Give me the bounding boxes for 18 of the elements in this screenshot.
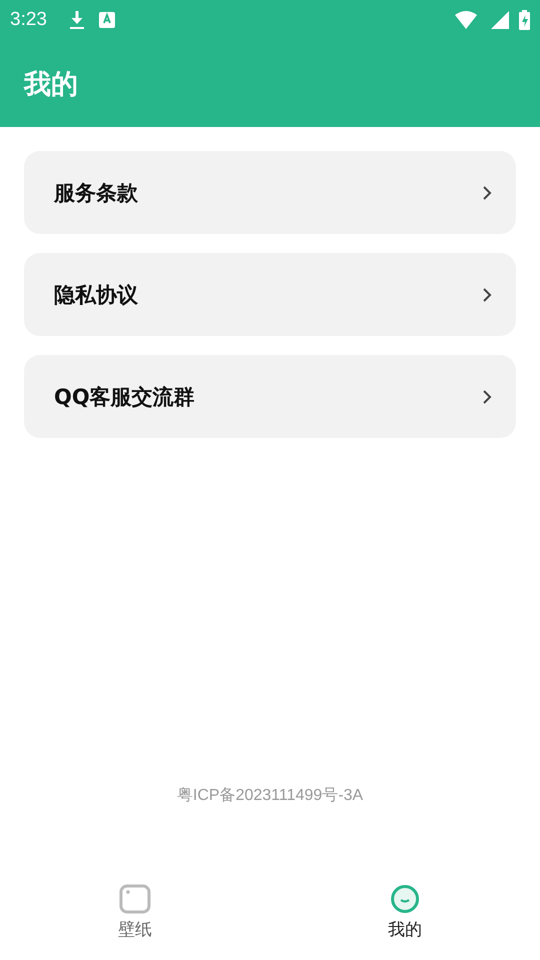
menu-item[interactable]: 隐私协议 (24, 253, 516, 336)
menu-item[interactable]: 服务条款 (24, 151, 516, 234)
smile-icon (390, 884, 420, 914)
battery-icon (519, 10, 530, 30)
image-frame-icon (119, 884, 151, 914)
download-icon (68, 10, 85, 30)
page-title: 我的 (24, 68, 78, 102)
nav-tab[interactable]: 壁纸 (0, 870, 270, 960)
nav-tab[interactable]: 我的 (270, 870, 540, 960)
icp-text: 粤ICP备2023111499号-3A (176, 786, 364, 806)
status-time: 3:23 (10, 9, 47, 31)
wifi-icon (455, 11, 477, 29)
chevron-right-icon (482, 184, 492, 200)
keyboard-icon (98, 12, 115, 28)
menu-item[interactable]: QQ客服交流群 (24, 355, 516, 438)
signal-icon (491, 11, 509, 29)
chevron-right-icon (482, 286, 492, 302)
chevron-right-icon (482, 388, 492, 404)
